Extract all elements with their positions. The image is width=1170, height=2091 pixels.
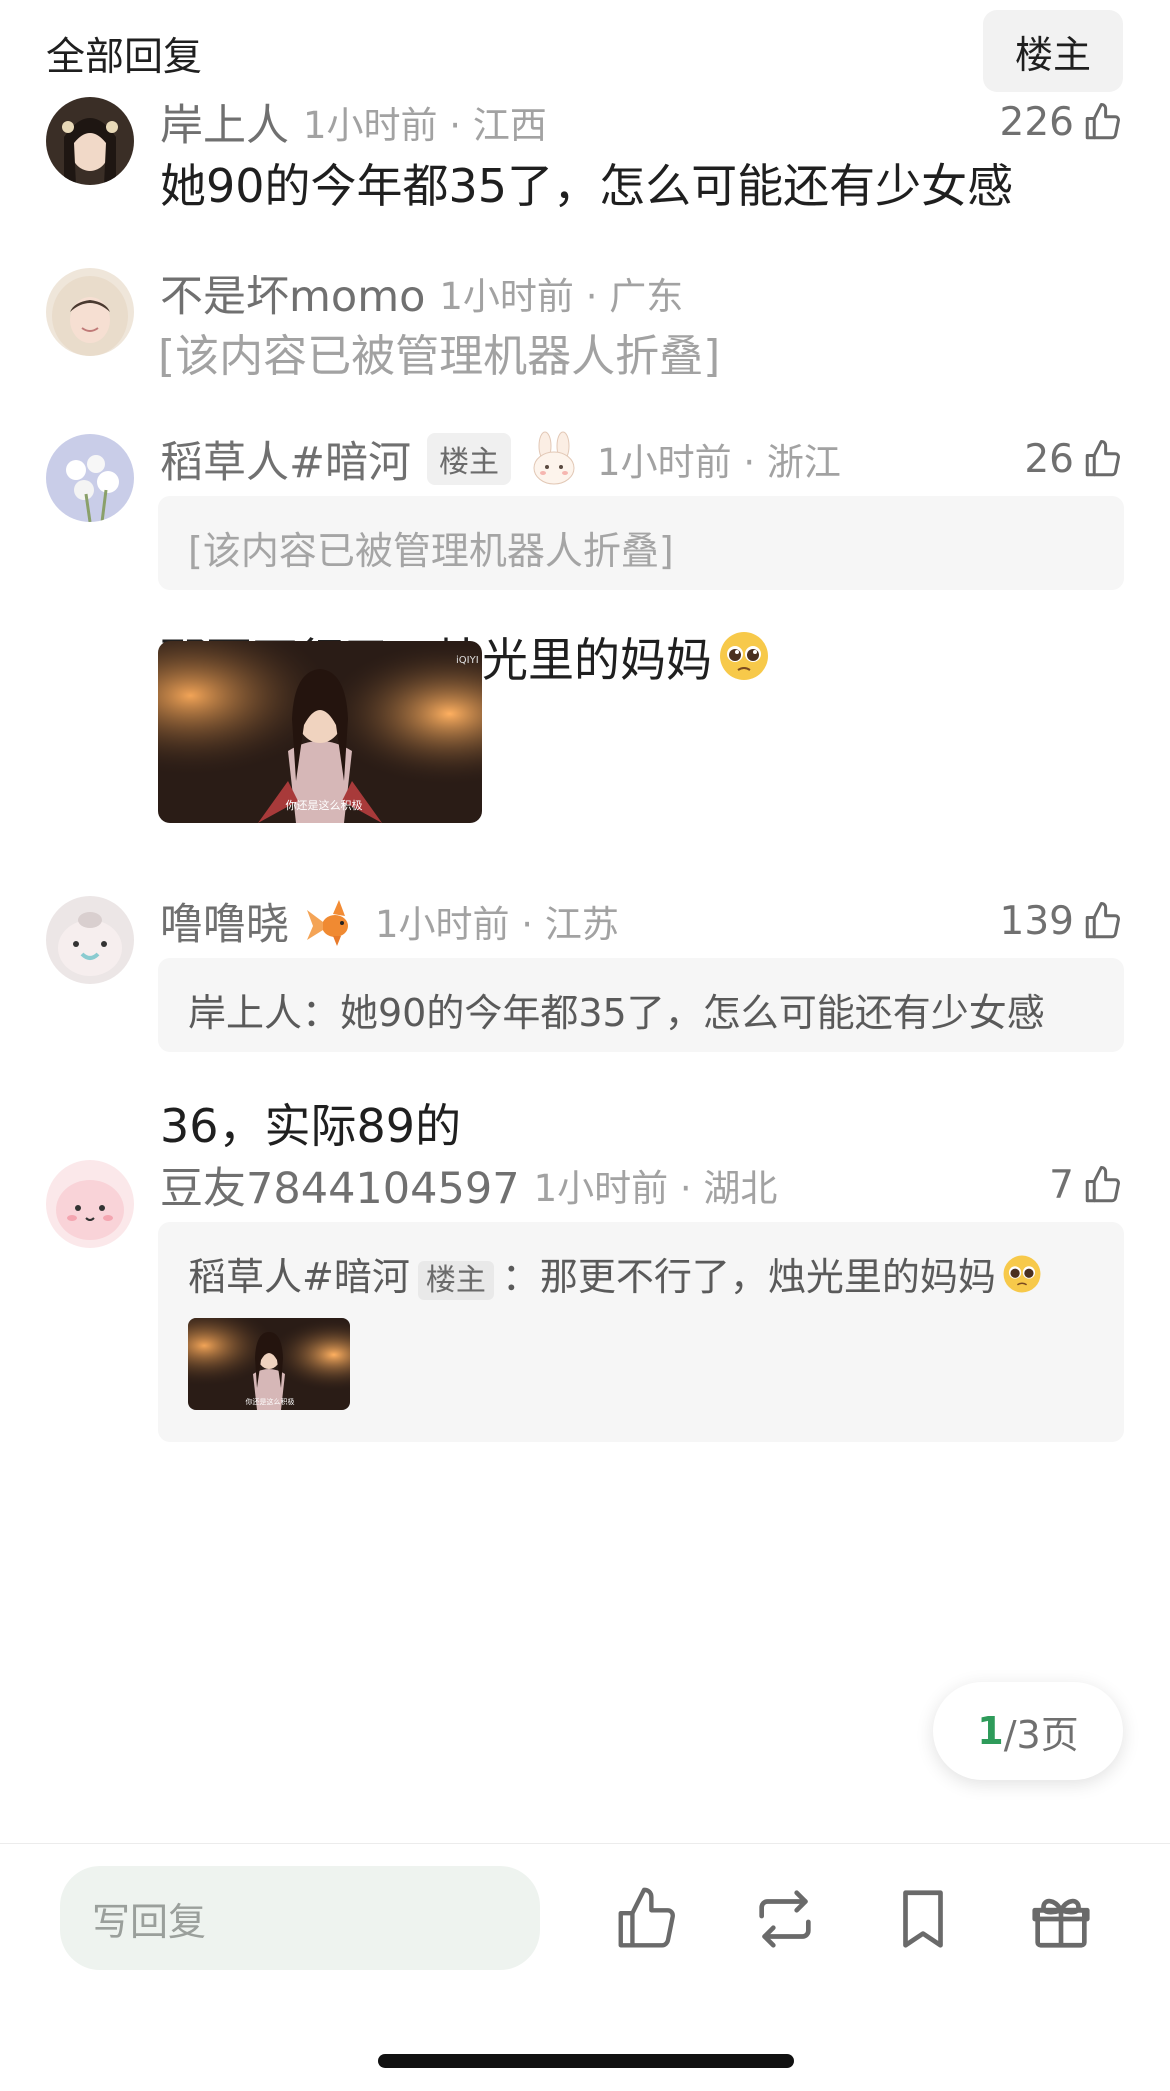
comment-meta: 豆友7844104597 1小时前 · 湖北 — [160, 1158, 778, 1214]
username[interactable]: 岸上人 — [160, 91, 289, 153]
like-button[interactable]: 139 — [1000, 894, 1124, 948]
comment-meta: 稻草人#暗河 楼主 1小时前 · 浙江 — [160, 431, 841, 488]
op-only-filter-button[interactable]: 楼主 — [983, 10, 1123, 92]
comment-image[interactable]: 你还是这么积极 iQIYI — [158, 641, 482, 823]
thumbs-up-icon — [1085, 440, 1120, 477]
comment-text: 36，实际89的 — [160, 1099, 462, 1153]
bookmark-icon[interactable] — [888, 1884, 958, 1954]
quote-author[interactable]: 稻草人#暗河 — [188, 1255, 410, 1299]
avatar[interactable] — [46, 434, 134, 522]
thumbs-up-icon — [1085, 103, 1120, 140]
avatar[interactable] — [46, 1160, 134, 1248]
quoted-reply[interactable]: 岸上人：她90的今年都35了，怎么可能还有少女感 — [158, 958, 1124, 1052]
repost-icon[interactable] — [750, 1884, 820, 1954]
reply-input[interactable]: 写回复 — [60, 1866, 540, 1970]
thumbs-up-icon — [1085, 1166, 1120, 1203]
avatar[interactable] — [46, 896, 134, 984]
like-button[interactable]: 7 — [1049, 1158, 1124, 1212]
image-watermark: iQIYI — [456, 655, 479, 666]
comment-meta: 噜噜晓 1小时前 · 江苏 — [160, 894, 619, 950]
time-location: 1小时前 · 浙江 — [597, 441, 841, 484]
quoted-text: 岸上人：她90的今年都35了，怎么可能还有少女感 — [188, 991, 1045, 1035]
pagination-indicator[interactable]: 1/3页 — [933, 1682, 1123, 1780]
bottom-action-bar: 写回复 — [0, 1843, 1170, 2091]
op-badge: 楼主 — [427, 433, 512, 485]
like-button[interactable]: 26 — [1024, 432, 1124, 486]
current-page: 1 — [977, 1709, 1004, 1753]
home-indicator — [378, 2054, 794, 2068]
like-button[interactable]: 226 — [1000, 95, 1124, 149]
avatar[interactable] — [46, 97, 134, 185]
thumbnail-subtitle: 你还是这么积极 — [246, 1397, 295, 1406]
goldfish-decoration-icon — [307, 900, 348, 946]
quote-content: 那更不行了，烛光里的妈妈 — [539, 1255, 996, 1299]
time-location: 1小时前 · 江苏 — [375, 903, 619, 946]
avatar[interactable] — [46, 268, 134, 356]
like-count: 139 — [999, 898, 1074, 944]
like-count: 7 — [1049, 1162, 1074, 1208]
quoted-image-thumbnail[interactable]: 你还是这么积极 — [188, 1318, 350, 1410]
like-count: 26 — [1024, 436, 1074, 482]
quoted-reply[interactable]: 稻草人#暗河 楼主 ：那更不行了，烛光里的妈妈 你还是这么积极 — [158, 1222, 1124, 1442]
username[interactable]: 豆友7844104597 — [160, 1154, 520, 1216]
gift-icon[interactable] — [1026, 1884, 1096, 1954]
pleading-face-emoji-icon — [720, 632, 768, 680]
username[interactable]: 不是坏momo — [160, 262, 425, 324]
comment-meta: 岸上人 1小时前 · 江西 — [160, 95, 547, 151]
folded-content-notice[interactable]: [该内容已被管理机器人折叠] — [158, 320, 720, 384]
time-location: 1小时前 · 广东 — [439, 275, 684, 318]
like-count: 226 — [999, 99, 1074, 145]
comment-text: 她90的今年都35了，怎么可能还有少女感 — [160, 159, 1014, 213]
quote-separator: ： — [501, 1255, 540, 1299]
time-location: 1小时前 · 湖北 — [533, 1167, 778, 1210]
quoted-text: 稻草人#暗河 楼主 ：那更不行了，烛光里的妈妈 — [188, 1246, 1042, 1301]
comment-meta: 不是坏momo 1小时前 · 广东 — [160, 266, 684, 322]
time-location: 1小时前 · 江西 — [303, 104, 547, 147]
quoted-reply[interactable]: [该内容已被管理机器人折叠] — [158, 496, 1124, 590]
pleading-face-emoji-icon — [1003, 1255, 1041, 1293]
thumbs-up-icon[interactable] — [612, 1884, 682, 1954]
thumbs-up-icon — [1085, 902, 1120, 939]
folded-content-notice: [该内容已被管理机器人折叠] — [188, 529, 674, 573]
op-badge: 楼主 — [417, 1261, 494, 1300]
rabbit-decoration-icon — [533, 431, 575, 485]
image-subtitle: 你还是这么积极 — [286, 798, 363, 812]
username[interactable]: 噜噜晓 — [160, 890, 289, 952]
all-replies-title: 全部回复 — [46, 35, 203, 80]
username[interactable]: 稻草人#暗河 — [160, 428, 411, 490]
total-pages: /3页 — [1003, 1712, 1079, 1757]
